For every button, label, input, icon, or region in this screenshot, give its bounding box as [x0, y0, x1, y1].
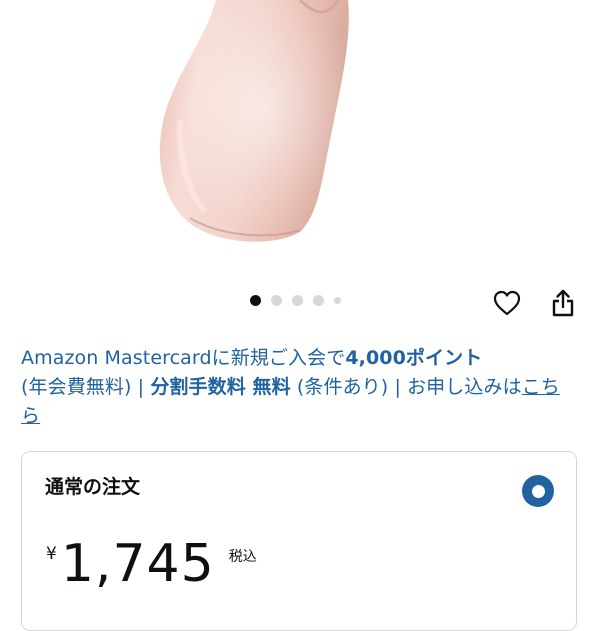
promo-text: (年会費無料) | — [21, 376, 151, 398]
pagination-dot[interactable] — [292, 295, 303, 306]
heart-icon — [493, 290, 521, 316]
promo-text: Amazon Mastercardに新規ご入会で — [21, 347, 346, 369]
tax-label: 税込 — [228, 549, 257, 565]
pagination-dot[interactable] — [271, 295, 282, 306]
mastercard-promo: Amazon Mastercardに新規ご入会で4,000ポイント (年会費無料… — [21, 344, 576, 431]
share-button[interactable] — [546, 286, 580, 320]
pagination-dot[interactable] — [334, 297, 341, 304]
pagination-dot[interactable] — [313, 295, 324, 306]
promo-points: 4,000ポイント — [345, 347, 483, 369]
price-currency: ¥ — [46, 544, 57, 564]
standard-order-option[interactable]: 通常の注文 ¥1,745 税込 — [21, 451, 577, 631]
image-pagination-dots[interactable] — [250, 295, 351, 306]
order-option-radio[interactable] — [522, 475, 554, 507]
radio-selected-indicator — [531, 484, 545, 498]
price-amount: 1,745 — [60, 534, 215, 594]
share-icon — [552, 289, 574, 317]
price: ¥1,745 税込 — [46, 534, 257, 594]
order-option-title: 通常の注文 — [45, 476, 141, 498]
favorite-button[interactable] — [490, 286, 524, 320]
product-image[interactable] — [0, 0, 600, 285]
promo-text: (条件あり) | お申し込みは — [290, 376, 522, 398]
promo-installment: 分割手数料 無料 — [150, 376, 291, 398]
pagination-dot[interactable] — [250, 295, 261, 306]
